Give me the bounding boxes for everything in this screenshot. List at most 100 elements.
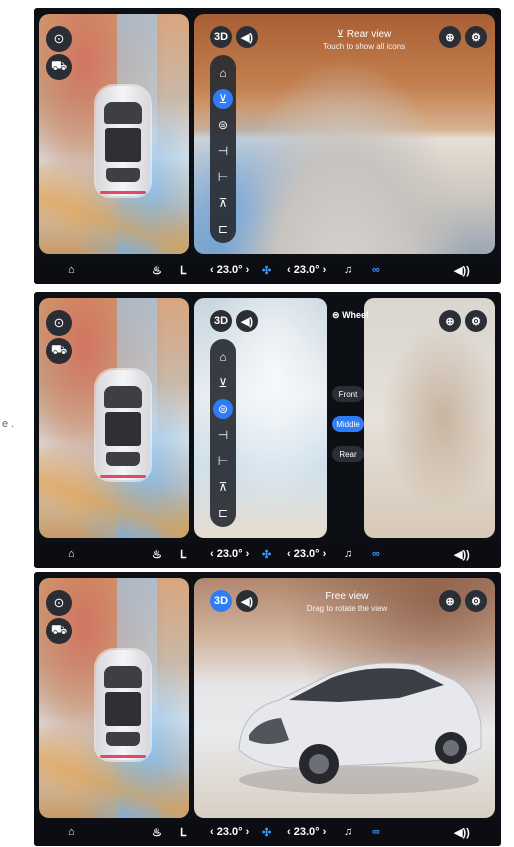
view-left-button[interactable]: ⊣ (213, 141, 233, 161)
car-mode-button[interactable]: ⛟ (46, 338, 72, 364)
gear-icon: ⚙ (471, 595, 481, 608)
record-button[interactable]: ⊕ (439, 590, 461, 612)
seat-heat-button[interactable]: ♨ (152, 826, 162, 839)
view-rear-button[interactable]: ⊻ (213, 373, 233, 393)
gear-icon: ⚙ (471, 31, 481, 44)
view-side-button[interactable]: ⊏ (213, 503, 233, 523)
fan-icon: ✣ (262, 549, 272, 561)
seat-icon: ᒪ (180, 549, 187, 561)
wiper-button[interactable]: ♫ (344, 826, 352, 838)
wheel-label-text: Wheel (342, 310, 369, 320)
steering-wheel-button[interactable]: ⊙ (46, 26, 72, 52)
front-view-icon: ⌂ (219, 350, 227, 364)
sound-button[interactable]: ◀) (236, 590, 258, 612)
steering-wheel-icon: ⊙ (53, 595, 65, 610)
wiper-icon: ♫ (344, 548, 353, 560)
status-bar: ⌂ ♨ ᒪ ‹ 23.0° › ✣ ‹ 23.0° › ♫ ∞ ◀)) (34, 820, 501, 846)
view-title: ⊻ Rear view (284, 29, 444, 40)
car-link-icon: ∞ (372, 548, 380, 560)
screen-wheel-view: ⊙ ⛟ 3D ◀) ⊕ ⚙ ⊜ Wheel Front Middle Rear … (34, 292, 501, 568)
view-rear-wide-button[interactable]: ⊼ (213, 477, 233, 497)
car-link-icon: ∞ (372, 826, 380, 838)
steering-wheel-icon: ⊙ (53, 315, 65, 330)
3d-button[interactable]: 3D (210, 310, 233, 332)
temp-right[interactable]: ‹ 23.0° › (287, 826, 326, 838)
side-view-icon: ⊏ (217, 222, 229, 236)
seat-heat-button[interactable]: ♨ (152, 264, 162, 277)
volume-icon: ◀)) (454, 827, 470, 839)
car-link-button[interactable]: ∞ (372, 264, 380, 276)
wheel-option-middle[interactable]: Middle (332, 416, 364, 432)
record-button[interactable]: ⊕ (439, 310, 461, 332)
temp-right[interactable]: ‹ 23.0° › (287, 548, 326, 560)
rear-camera-icon: ⊻ (336, 29, 345, 40)
car-3d-model[interactable] (219, 640, 489, 800)
home-button[interactable]: ⌂ (68, 264, 75, 276)
seat-heat-button[interactable]: ♨ (152, 548, 162, 561)
volume-button[interactable]: ◀)) (454, 264, 470, 277)
rear-wide-icon: ⊼ (218, 196, 228, 210)
right-wheel-camera[interactable] (364, 298, 495, 538)
view-front-button[interactable]: ⌂ (213, 63, 233, 83)
view-right-button[interactable]: ⊢ (213, 167, 233, 187)
wiper-button[interactable]: ♫ (344, 264, 352, 276)
volume-button[interactable]: ◀)) (454, 548, 470, 561)
3d-button[interactable]: 3D (210, 590, 233, 612)
volume-button[interactable]: ◀)) (454, 826, 470, 839)
wiper-button[interactable]: ♫ (344, 548, 352, 560)
view-right-button[interactable]: ⊢ (213, 451, 233, 471)
fan-button[interactable]: ✣ (262, 264, 271, 277)
temp-right[interactable]: ‹ 23.0° › (287, 264, 326, 276)
steering-wheel-button[interactable]: ⊙ (46, 310, 72, 336)
home-button[interactable]: ⌂ (68, 548, 75, 560)
3d-button[interactable]: 3D (210, 26, 233, 48)
fan-button[interactable]: ✣ (262, 548, 271, 561)
view-side-button[interactable]: ⊏ (213, 219, 233, 239)
view-rear-wide-button[interactable]: ⊼ (213, 193, 233, 213)
view-wheel-button[interactable]: ⊜ (213, 115, 233, 135)
front-view-icon: ⌂ (219, 66, 227, 80)
temp-left[interactable]: ‹ 23.0° › (210, 826, 249, 838)
screen-free-view: ⊙ ⛟ 3D ◀) ⊕ ⚙ Free view Drag to rotate t… (34, 572, 501, 846)
sound-button[interactable]: ◀) (236, 26, 258, 48)
view-left-button[interactable]: ⊣ (213, 425, 233, 445)
steering-wheel-button[interactable]: ⊙ (46, 590, 72, 616)
car-top-view (96, 86, 150, 196)
car-mode-button[interactable]: ⛟ (46, 54, 72, 80)
car-link-button[interactable]: ∞ (372, 548, 380, 560)
wiper-icon: ♫ (344, 264, 353, 276)
volume-icon: ◀)) (454, 549, 470, 561)
sound-button[interactable]: ◀) (236, 310, 258, 332)
home-icon: ⌂ (68, 264, 75, 276)
left-view-icon: ⊣ (217, 144, 229, 158)
wheel-label: ⊜ Wheel (332, 310, 369, 321)
side-view-icon: ⊏ (217, 506, 229, 520)
fan-button[interactable]: ✣ (262, 826, 271, 839)
car-link-button[interactable]: ∞ (372, 826, 380, 838)
seat-button[interactable]: ᒪ (180, 826, 186, 839)
left-view-icon: ⊣ (217, 428, 229, 442)
car-icon: ⛟ (50, 58, 68, 73)
car-mode-button[interactable]: ⛟ (46, 618, 72, 644)
seat-button[interactable]: ᒪ (180, 264, 186, 277)
seat-heat-icon: ♨ (152, 827, 162, 839)
settings-button[interactable]: ⚙ (465, 26, 487, 48)
record-icon: ⊕ (445, 595, 455, 608)
settings-button[interactable]: ⚙ (465, 590, 487, 612)
settings-button[interactable]: ⚙ (465, 310, 487, 332)
wheel-option-rear[interactable]: Rear (332, 446, 364, 462)
status-bar: ⌂ ♨ ᒪ ‹ 23.0° › ✣ ‹ 23.0° › ♫ ∞ ◀)) (34, 258, 501, 284)
view-front-button[interactable]: ⌂ (213, 347, 233, 367)
wheel-option-front[interactable]: Front (332, 386, 364, 402)
temp-left[interactable]: ‹ 23.0° › (210, 548, 249, 560)
speaker-icon: ◀) (240, 31, 254, 44)
car-icon: ⛟ (50, 342, 68, 357)
home-button[interactable]: ⌂ (68, 826, 75, 838)
temp-left[interactable]: ‹ 23.0° › (210, 264, 249, 276)
rear-wide-icon: ⊼ (218, 480, 228, 494)
status-bar: ⌂ ♨ ᒪ ‹ 23.0° › ✣ ‹ 23.0° › ♫ ∞ ◀)) (34, 542, 501, 568)
view-rear-button[interactable]: ⊻ (213, 89, 233, 109)
seat-button[interactable]: ᒪ (180, 548, 186, 561)
seat-icon: ᒪ (180, 827, 187, 839)
view-wheel-button[interactable]: ⊜ (213, 399, 233, 419)
